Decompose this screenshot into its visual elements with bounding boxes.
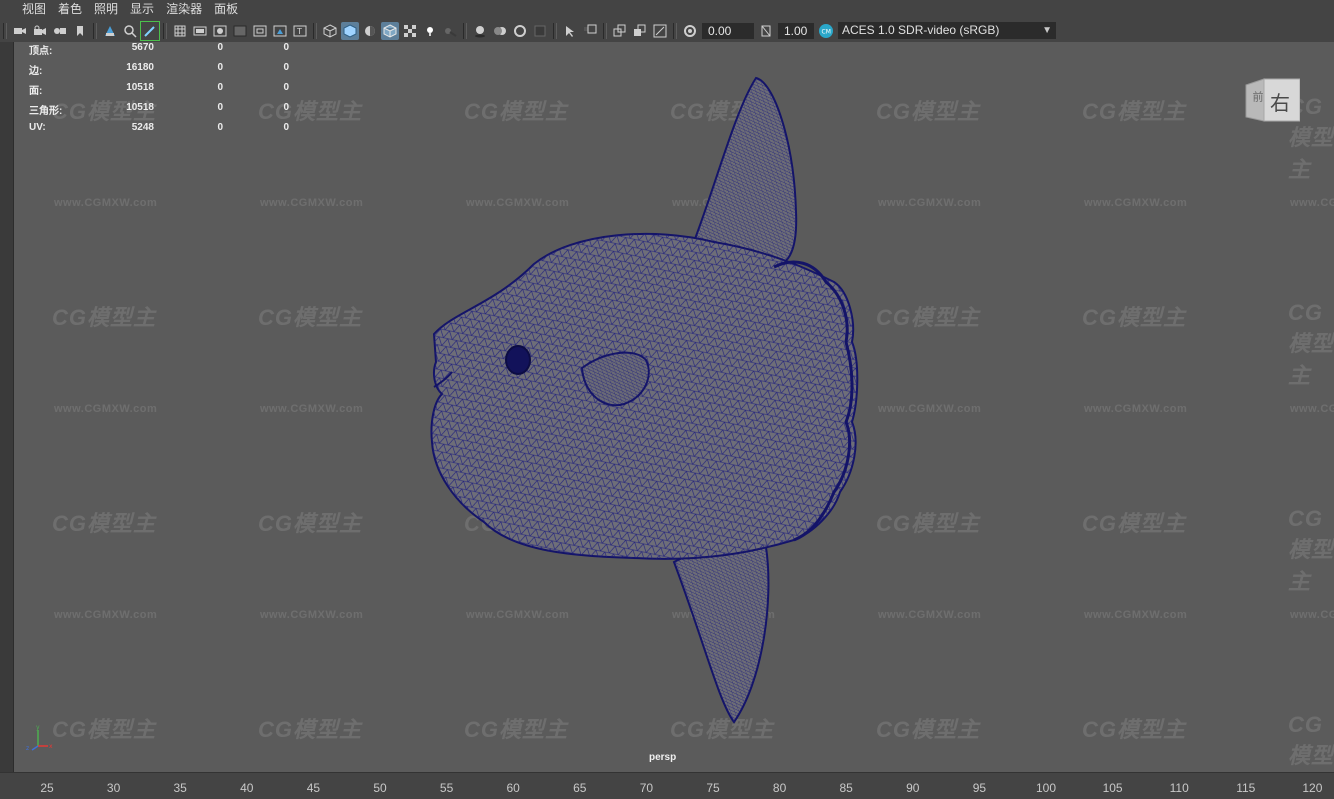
- timeline-tick-label: 105: [1102, 781, 1123, 795]
- xray-active-components-icon[interactable]: [611, 22, 629, 40]
- menu-show[interactable]: 显示: [124, 0, 160, 19]
- xray-icon[interactable]: [401, 22, 419, 40]
- chevron-down-icon: ▼: [1042, 25, 1052, 36]
- svg-text:x: x: [49, 743, 53, 750]
- bookmark-icon[interactable]: [71, 22, 89, 40]
- depth-of-field-icon[interactable]: [531, 22, 549, 40]
- panel-toolbar: T 0.00 1.00 CM ACES 1.0 SDR-video (sRGB)…: [0, 19, 1334, 42]
- timeline-tick-label: 60: [506, 781, 520, 795]
- timeline-tick-label: 110: [1169, 781, 1189, 795]
- gate-mask-icon[interactable]: [231, 22, 249, 40]
- xray-joints-icon[interactable]: [581, 22, 599, 40]
- shadows-icon[interactable]: [441, 22, 459, 40]
- smooth-shade-icon[interactable]: [341, 21, 359, 40]
- timeline-tick-label: 35: [173, 781, 187, 795]
- grid-icon[interactable]: [171, 22, 189, 40]
- color-space-dropdown[interactable]: ACES 1.0 SDR-video (sRGB) ▼: [838, 22, 1056, 39]
- timeline-tick-label: 100: [1035, 781, 1057, 795]
- gamma-icon[interactable]: [757, 22, 775, 40]
- gamma-field[interactable]: 1.00: [778, 22, 814, 39]
- timeline-tick-label: 80: [772, 781, 787, 795]
- toolbar-separator: [163, 22, 167, 39]
- svg-text:CM: CM: [822, 28, 831, 35]
- isolate-select-icon[interactable]: [561, 22, 579, 40]
- screen-space-ao-icon[interactable]: [471, 22, 489, 40]
- use-all-lights-icon[interactable]: [421, 22, 439, 40]
- field-chart-icon[interactable]: [251, 22, 269, 40]
- menu-renderer[interactable]: 渲染器: [160, 0, 208, 19]
- toolbar-separator: [463, 22, 467, 39]
- wireframe-on-shaded-icon[interactable]: [381, 21, 399, 40]
- menu-bar: 视图 着色 照明 显示 渲染器 面板: [0, 0, 1334, 19]
- 3d-viewport[interactable]: CG模型主 www.CGMXW.com CG模型主 www.CGMXW.com CG模型…: [14, 42, 1334, 772]
- timeline-tick-label: 55: [439, 781, 454, 795]
- view-cube-side-label: 前: [1251, 91, 1264, 102]
- film-gate-icon[interactable]: [191, 22, 209, 40]
- exposure-field[interactable]: 0.00: [702, 22, 754, 39]
- camera-name-label: persp: [649, 752, 677, 763]
- color-space-value: ACES 1.0 SDR-video (sRGB): [842, 23, 1000, 37]
- image-plane-icon[interactable]: [101, 22, 119, 40]
- backface-culling-icon[interactable]: [631, 22, 649, 40]
- grease-pencil-icon[interactable]: [140, 20, 160, 41]
- resize-icon[interactable]: [651, 22, 669, 40]
- resolution-gate-icon[interactable]: [211, 22, 229, 40]
- timeline-tick-label: 120: [1302, 781, 1323, 795]
- timeline-tick-label: 85: [839, 781, 853, 795]
- timeline-tick-label: 95: [972, 781, 987, 795]
- toolbar-separator: [3, 22, 7, 39]
- camera-select-icon[interactable]: [11, 22, 29, 40]
- toolbar-separator: [553, 22, 557, 39]
- svg-text:T: T: [296, 27, 302, 36]
- timeline-tick-label: 25: [40, 781, 54, 795]
- toolbar-separator: [673, 22, 677, 39]
- svg-text:z: z: [26, 745, 29, 752]
- left-panel-edge: [0, 42, 14, 772]
- view-cube-label: 右: [1270, 91, 1290, 115]
- motion-blur-icon[interactable]: [491, 22, 509, 40]
- wireframe-icon[interactable]: [321, 22, 339, 40]
- view-cube[interactable]: 前 右: [1244, 77, 1301, 125]
- exposure-icon[interactable]: [681, 22, 699, 40]
- color-management-icon[interactable]: CM: [817, 22, 835, 40]
- timeline-tick-label: 30: [106, 781, 121, 795]
- default-material-icon[interactable]: [361, 22, 379, 40]
- timeline-tick-label: 65: [573, 781, 587, 795]
- timeline-tick-label: 40: [240, 781, 254, 795]
- timeline-tick-label: 45: [306, 781, 321, 795]
- camera-bookmark-icon[interactable]: [51, 22, 69, 40]
- timeline-tick-label: 70: [639, 781, 654, 795]
- timeline-tick-label: 50: [373, 781, 387, 795]
- axis-gizmo: y x z: [26, 724, 53, 752]
- menu-view[interactable]: 视图: [16, 0, 52, 19]
- toolbar-separator: [93, 22, 97, 39]
- pan-zoom-icon[interactable]: [121, 22, 139, 40]
- timeline-tick-label: 90: [906, 781, 920, 795]
- timeline-tick-label: 115: [1236, 781, 1256, 795]
- safe-title-icon[interactable]: T: [291, 22, 309, 40]
- svg-text:y: y: [36, 724, 40, 731]
- camera-lock-icon[interactable]: [31, 22, 49, 40]
- sunfish-wireframe-model[interactable]: [14, 42, 1334, 772]
- time-slider[interactable]: 25 30 35 40 45 50 55 60 65 70 75 80 85 90 95 100 105 110 1…: [0, 772, 1334, 799]
- multisample-aa-icon[interactable]: [511, 22, 529, 40]
- toolbar-separator: [313, 22, 317, 39]
- menu-shading[interactable]: 着色: [52, 0, 88, 19]
- timeline-tick-label: 75: [706, 781, 720, 795]
- menu-panels[interactable]: 面板: [208, 0, 244, 19]
- menu-lighting[interactable]: 照明: [88, 0, 124, 19]
- toolbar-separator: [603, 22, 607, 39]
- fish-eye: [505, 345, 531, 375]
- safe-action-icon[interactable]: [271, 22, 289, 40]
